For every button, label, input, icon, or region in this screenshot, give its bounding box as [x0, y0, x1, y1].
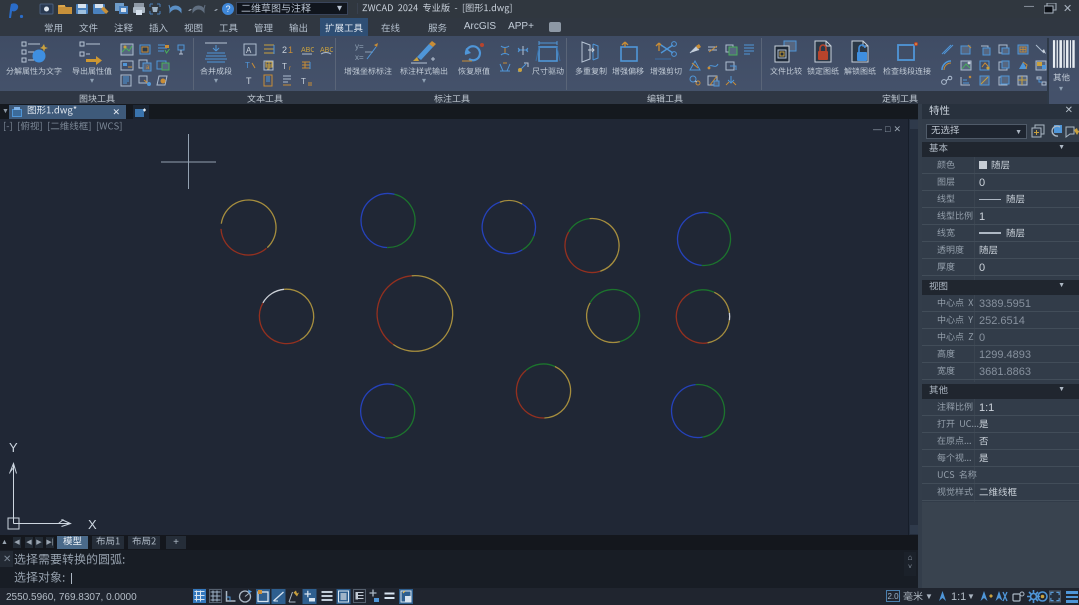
svg-text:T: T: [282, 62, 287, 71]
svg-text:X: X: [88, 517, 97, 532]
svg-text:T: T: [301, 77, 306, 86]
svg-text:T: T: [245, 61, 250, 70]
svg-text:A: A: [246, 46, 252, 55]
svg-text:r: r: [289, 66, 291, 72]
svg-text:Y: Y: [9, 440, 18, 455]
svg-text:ABC: ABC: [301, 47, 314, 54]
svg-text:1: 1: [288, 45, 293, 55]
svg-text:T: T: [246, 76, 252, 86]
svg-text:?: ?: [225, 4, 230, 14]
svg-text:x=: x=: [355, 53, 364, 62]
svg-text:2: 2: [282, 45, 287, 55]
svg-text:y=: y=: [355, 42, 364, 51]
